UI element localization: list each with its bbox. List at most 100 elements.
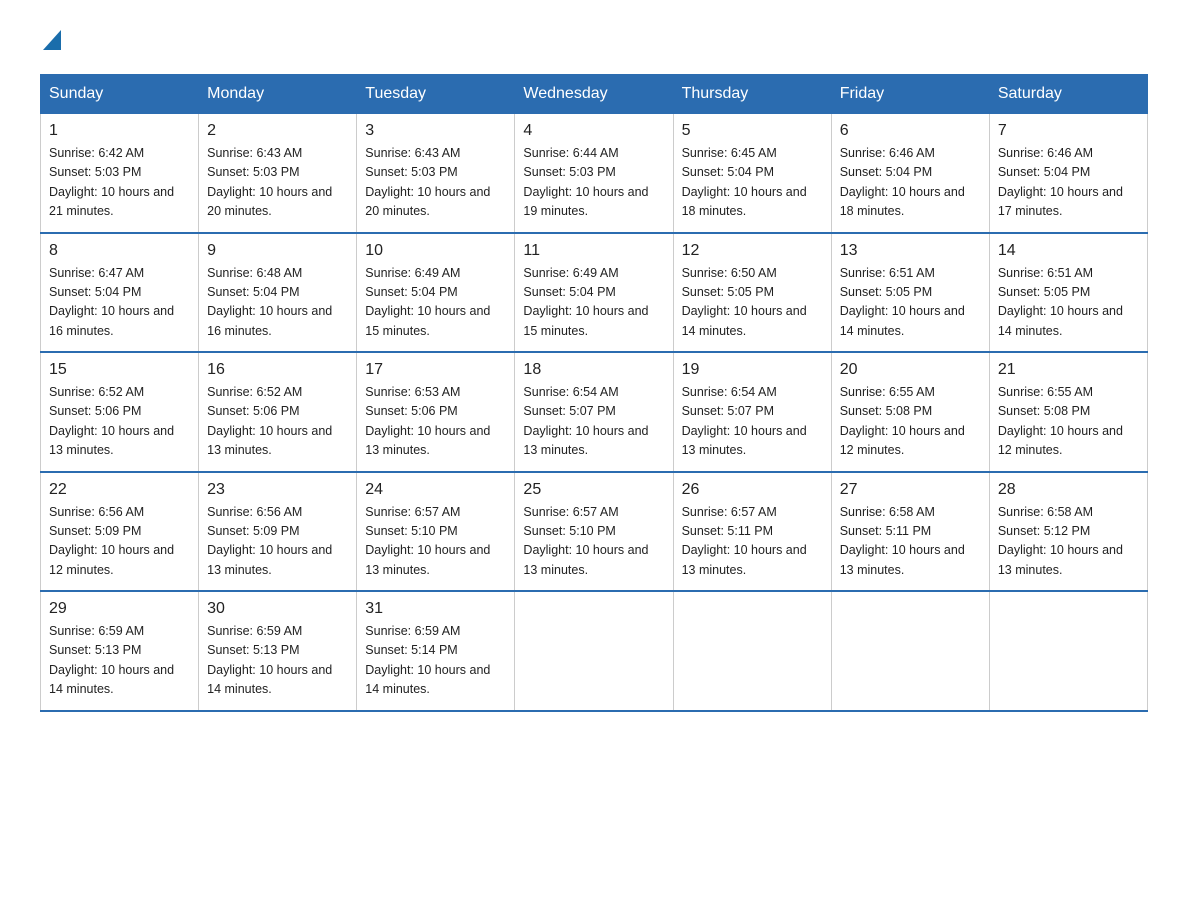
day-number: 26	[682, 481, 823, 499]
day-number: 12	[682, 242, 823, 260]
calendar-cell: 20 Sunrise: 6:55 AMSunset: 5:08 PMDaylig…	[831, 352, 989, 472]
calendar-cell: 31 Sunrise: 6:59 AMSunset: 5:14 PMDaylig…	[357, 591, 515, 711]
day-number: 17	[365, 361, 506, 379]
calendar-cell: 24 Sunrise: 6:57 AMSunset: 5:10 PMDaylig…	[357, 472, 515, 592]
calendar-week-row: 15 Sunrise: 6:52 AMSunset: 5:06 PMDaylig…	[41, 352, 1148, 472]
calendar-week-row: 29 Sunrise: 6:59 AMSunset: 5:13 PMDaylig…	[41, 591, 1148, 711]
weekday-header-row: SundayMondayTuesdayWednesdayThursdayFrid…	[41, 75, 1148, 114]
weekday-header-saturday: Saturday	[989, 75, 1147, 114]
calendar-cell: 18 Sunrise: 6:54 AMSunset: 5:07 PMDaylig…	[515, 352, 673, 472]
calendar-cell: 1 Sunrise: 6:42 AMSunset: 5:03 PMDayligh…	[41, 114, 199, 233]
day-number: 9	[207, 242, 348, 260]
calendar-cell: 8 Sunrise: 6:47 AMSunset: 5:04 PMDayligh…	[41, 233, 199, 353]
day-number: 20	[840, 361, 981, 379]
page-header	[40, 30, 1148, 54]
day-number: 1	[49, 122, 190, 140]
calendar-cell: 9 Sunrise: 6:48 AMSunset: 5:04 PMDayligh…	[199, 233, 357, 353]
calendar-cell: 21 Sunrise: 6:55 AMSunset: 5:08 PMDaylig…	[989, 352, 1147, 472]
calendar-cell: 30 Sunrise: 6:59 AMSunset: 5:13 PMDaylig…	[199, 591, 357, 711]
calendar-cell: 26 Sunrise: 6:57 AMSunset: 5:11 PMDaylig…	[673, 472, 831, 592]
calendar-cell: 10 Sunrise: 6:49 AMSunset: 5:04 PMDaylig…	[357, 233, 515, 353]
day-number: 13	[840, 242, 981, 260]
day-number: 6	[840, 122, 981, 140]
day-number: 5	[682, 122, 823, 140]
calendar-cell: 28 Sunrise: 6:58 AMSunset: 5:12 PMDaylig…	[989, 472, 1147, 592]
day-info: Sunrise: 6:55 AMSunset: 5:08 PMDaylight:…	[840, 385, 965, 457]
calendar-cell: 3 Sunrise: 6:43 AMSunset: 5:03 PMDayligh…	[357, 114, 515, 233]
calendar-cell: 12 Sunrise: 6:50 AMSunset: 5:05 PMDaylig…	[673, 233, 831, 353]
calendar-cell	[831, 591, 989, 711]
day-number: 11	[523, 242, 664, 260]
day-number: 10	[365, 242, 506, 260]
calendar-cell: 5 Sunrise: 6:45 AMSunset: 5:04 PMDayligh…	[673, 114, 831, 233]
calendar-cell	[989, 591, 1147, 711]
calendar-cell: 6 Sunrise: 6:46 AMSunset: 5:04 PMDayligh…	[831, 114, 989, 233]
day-info: Sunrise: 6:46 AMSunset: 5:04 PMDaylight:…	[998, 146, 1123, 218]
day-number: 19	[682, 361, 823, 379]
day-info: Sunrise: 6:54 AMSunset: 5:07 PMDaylight:…	[523, 385, 648, 457]
logo-triangle-icon	[43, 30, 61, 50]
day-info: Sunrise: 6:43 AMSunset: 5:03 PMDaylight:…	[207, 146, 332, 218]
day-info: Sunrise: 6:59 AMSunset: 5:14 PMDaylight:…	[365, 624, 490, 696]
day-info: Sunrise: 6:56 AMSunset: 5:09 PMDaylight:…	[49, 505, 174, 577]
calendar-cell: 17 Sunrise: 6:53 AMSunset: 5:06 PMDaylig…	[357, 352, 515, 472]
calendar-cell	[515, 591, 673, 711]
weekday-header-tuesday: Tuesday	[357, 75, 515, 114]
calendar-cell: 4 Sunrise: 6:44 AMSunset: 5:03 PMDayligh…	[515, 114, 673, 233]
day-info: Sunrise: 6:52 AMSunset: 5:06 PMDaylight:…	[49, 385, 174, 457]
day-number: 7	[998, 122, 1139, 140]
calendar-cell: 7 Sunrise: 6:46 AMSunset: 5:04 PMDayligh…	[989, 114, 1147, 233]
day-number: 4	[523, 122, 664, 140]
day-number: 14	[998, 242, 1139, 260]
calendar-week-row: 8 Sunrise: 6:47 AMSunset: 5:04 PMDayligh…	[41, 233, 1148, 353]
day-info: Sunrise: 6:44 AMSunset: 5:03 PMDaylight:…	[523, 146, 648, 218]
day-info: Sunrise: 6:46 AMSunset: 5:04 PMDaylight:…	[840, 146, 965, 218]
calendar-week-row: 1 Sunrise: 6:42 AMSunset: 5:03 PMDayligh…	[41, 114, 1148, 233]
day-info: Sunrise: 6:45 AMSunset: 5:04 PMDaylight:…	[682, 146, 807, 218]
day-info: Sunrise: 6:57 AMSunset: 5:10 PMDaylight:…	[365, 505, 490, 577]
day-number: 8	[49, 242, 190, 260]
day-number: 2	[207, 122, 348, 140]
day-number: 27	[840, 481, 981, 499]
weekday-header-thursday: Thursday	[673, 75, 831, 114]
day-info: Sunrise: 6:58 AMSunset: 5:12 PMDaylight:…	[998, 505, 1123, 577]
calendar-cell: 13 Sunrise: 6:51 AMSunset: 5:05 PMDaylig…	[831, 233, 989, 353]
day-number: 29	[49, 600, 190, 618]
calendar-cell: 25 Sunrise: 6:57 AMSunset: 5:10 PMDaylig…	[515, 472, 673, 592]
calendar-cell	[673, 591, 831, 711]
day-number: 16	[207, 361, 348, 379]
day-info: Sunrise: 6:49 AMSunset: 5:04 PMDaylight:…	[365, 266, 490, 338]
day-info: Sunrise: 6:59 AMSunset: 5:13 PMDaylight:…	[207, 624, 332, 696]
day-info: Sunrise: 6:53 AMSunset: 5:06 PMDaylight:…	[365, 385, 490, 457]
day-number: 3	[365, 122, 506, 140]
logo	[40, 30, 61, 54]
calendar-cell: 2 Sunrise: 6:43 AMSunset: 5:03 PMDayligh…	[199, 114, 357, 233]
calendar-cell: 16 Sunrise: 6:52 AMSunset: 5:06 PMDaylig…	[199, 352, 357, 472]
day-info: Sunrise: 6:59 AMSunset: 5:13 PMDaylight:…	[49, 624, 174, 696]
day-info: Sunrise: 6:47 AMSunset: 5:04 PMDaylight:…	[49, 266, 174, 338]
day-info: Sunrise: 6:50 AMSunset: 5:05 PMDaylight:…	[682, 266, 807, 338]
weekday-header-monday: Monday	[199, 75, 357, 114]
calendar-cell: 27 Sunrise: 6:58 AMSunset: 5:11 PMDaylig…	[831, 472, 989, 592]
day-info: Sunrise: 6:51 AMSunset: 5:05 PMDaylight:…	[998, 266, 1123, 338]
day-number: 31	[365, 600, 506, 618]
day-info: Sunrise: 6:43 AMSunset: 5:03 PMDaylight:…	[365, 146, 490, 218]
day-number: 23	[207, 481, 348, 499]
day-number: 30	[207, 600, 348, 618]
day-number: 21	[998, 361, 1139, 379]
calendar-cell: 14 Sunrise: 6:51 AMSunset: 5:05 PMDaylig…	[989, 233, 1147, 353]
day-info: Sunrise: 6:56 AMSunset: 5:09 PMDaylight:…	[207, 505, 332, 577]
day-number: 22	[49, 481, 190, 499]
day-info: Sunrise: 6:52 AMSunset: 5:06 PMDaylight:…	[207, 385, 332, 457]
calendar-cell: 19 Sunrise: 6:54 AMSunset: 5:07 PMDaylig…	[673, 352, 831, 472]
calendar-cell: 15 Sunrise: 6:52 AMSunset: 5:06 PMDaylig…	[41, 352, 199, 472]
day-info: Sunrise: 6:55 AMSunset: 5:08 PMDaylight:…	[998, 385, 1123, 457]
day-info: Sunrise: 6:49 AMSunset: 5:04 PMDaylight:…	[523, 266, 648, 338]
day-info: Sunrise: 6:42 AMSunset: 5:03 PMDaylight:…	[49, 146, 174, 218]
day-number: 28	[998, 481, 1139, 499]
weekday-header-wednesday: Wednesday	[515, 75, 673, 114]
calendar-cell: 11 Sunrise: 6:49 AMSunset: 5:04 PMDaylig…	[515, 233, 673, 353]
weekday-header-sunday: Sunday	[41, 75, 199, 114]
day-number: 25	[523, 481, 664, 499]
calendar-cell: 29 Sunrise: 6:59 AMSunset: 5:13 PMDaylig…	[41, 591, 199, 711]
